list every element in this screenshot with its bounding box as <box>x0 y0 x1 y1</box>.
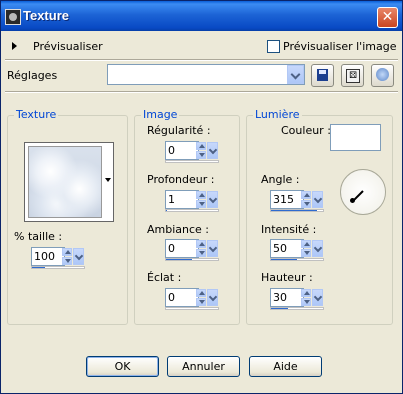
angle-label: Angle : <box>261 173 300 186</box>
couleur-label: Couleur : <box>281 124 331 137</box>
profondeur-input[interactable]: 1 <box>165 190 199 209</box>
lumiere-group-title: Lumière <box>253 108 302 121</box>
angle-slider[interactable] <box>270 209 324 212</box>
close-icon: ✕ <box>381 9 394 25</box>
light-color-swatch[interactable] <box>330 124 381 151</box>
hauteur-updown[interactable] <box>301 289 311 306</box>
preview-image-checkbox[interactable] <box>267 40 280 53</box>
hauteur-label: Hauteur : <box>261 271 313 284</box>
preview-toggle-label[interactable]: Prévisualiser <box>33 40 103 53</box>
intensite-slider[interactable] <box>270 258 324 261</box>
dropdown-arrow-button[interactable] <box>287 65 304 84</box>
ok-button[interactable]: OK <box>86 356 159 377</box>
size-input[interactable]: 100 <box>31 247 65 266</box>
angle-needle-tip <box>349 198 355 204</box>
separator <box>5 91 398 93</box>
texture-dialog: Texture ✕ Prévisualiser Prévisualiser l'… <box>0 0 403 394</box>
image-group-title: Image <box>141 108 180 121</box>
texture-thumbnail <box>28 146 102 218</box>
regularite-input[interactable]: 0 <box>165 141 199 160</box>
eclat-updown[interactable] <box>196 289 206 306</box>
regularite-updown[interactable] <box>196 142 206 159</box>
preview-image-label[interactable]: Prévisualiser l'image <box>283 40 396 53</box>
angle-input[interactable]: 315 <box>270 190 304 209</box>
chevron-down-icon <box>208 243 218 253</box>
randomize-button[interactable]: ⚄ <box>341 64 364 87</box>
hauteur-dropdown-button[interactable] <box>312 289 323 306</box>
chevron-down-icon <box>208 292 218 302</box>
close-button[interactable]: ✕ <box>377 7 398 28</box>
regularite-label: Régularité : <box>147 124 211 137</box>
help-button[interactable]: Aide <box>249 356 322 377</box>
separator <box>5 59 398 61</box>
size-dropdown-button[interactable] <box>73 248 84 265</box>
angle-dial[interactable] <box>340 169 386 215</box>
chevron-down-icon <box>313 292 323 302</box>
reset-icon <box>376 68 389 81</box>
size-slider[interactable] <box>31 266 85 269</box>
expand-triangle-icon[interactable] <box>12 42 17 50</box>
reset-button[interactable] <box>371 64 394 87</box>
intensite-dropdown-button[interactable] <box>312 240 323 257</box>
dice-icon: ⚄ <box>346 69 360 83</box>
profondeur-dropdown-button[interactable] <box>207 191 218 208</box>
chevron-down-icon <box>313 194 323 204</box>
reglages-label: Réglages <box>7 69 58 82</box>
eclat-input[interactable]: 0 <box>165 288 199 307</box>
save-preset-button[interactable] <box>311 64 334 87</box>
profondeur-slider[interactable] <box>165 209 219 212</box>
intensite-input[interactable]: 50 <box>270 239 304 258</box>
angle-updown[interactable] <box>301 191 311 208</box>
chevron-down-icon <box>208 194 218 204</box>
texture-swatch-dropdown[interactable] <box>24 142 114 222</box>
eclat-slider[interactable] <box>165 307 219 310</box>
size-label: % taille : <box>14 230 63 243</box>
chevron-down-icon <box>290 69 301 80</box>
intensite-label: Intensité : <box>261 223 317 236</box>
chevron-down-icon <box>313 243 323 253</box>
app-icon <box>5 9 21 25</box>
ambiance-label: Ambiance : <box>147 223 210 236</box>
chevron-down-icon <box>208 145 218 155</box>
title-bar[interactable]: Texture ✕ <box>1 1 402 31</box>
window-title: Texture <box>23 8 69 23</box>
caret-down-icon <box>105 178 111 182</box>
angle-dropdown-button[interactable] <box>312 191 323 208</box>
size-updown[interactable] <box>62 248 72 265</box>
regularite-dropdown-button[interactable] <box>207 142 218 159</box>
hauteur-input[interactable]: 30 <box>270 288 304 307</box>
profondeur-updown[interactable] <box>196 191 206 208</box>
ambiance-dropdown-button[interactable] <box>207 240 218 257</box>
regularite-slider[interactable] <box>165 160 219 163</box>
ambiance-input[interactable]: 0 <box>165 239 199 258</box>
chevron-down-icon <box>74 251 84 261</box>
eclat-label: Éclat : <box>147 271 182 284</box>
ambiance-updown[interactable] <box>196 240 206 257</box>
hauteur-slider[interactable] <box>270 307 324 310</box>
preview-row: Prévisualiser Prévisualiser l'image <box>1 32 402 58</box>
reglages-dropdown[interactable] <box>107 64 305 85</box>
save-icon <box>317 69 328 81</box>
profondeur-label: Profondeur : <box>147 173 215 186</box>
texture-group-title: Texture <box>14 108 59 121</box>
eclat-dropdown-button[interactable] <box>207 289 218 306</box>
cancel-button[interactable]: Annuler <box>167 356 240 377</box>
ambiance-slider[interactable] <box>165 258 219 261</box>
intensite-updown[interactable] <box>301 240 311 257</box>
